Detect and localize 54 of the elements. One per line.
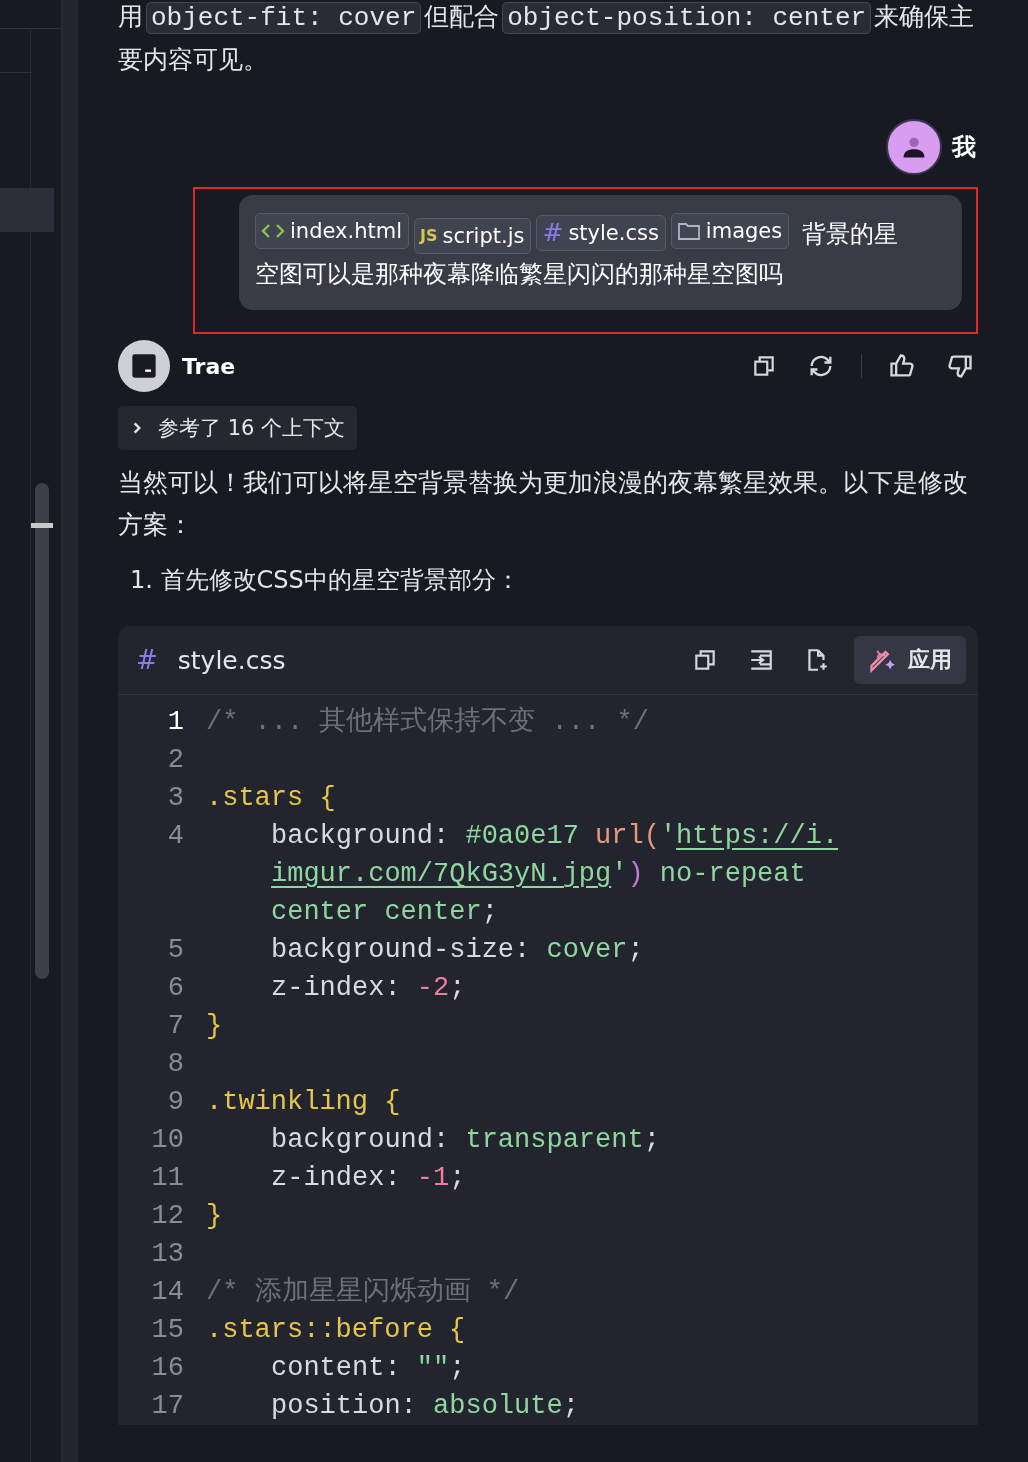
- list-item: 1. 首先修改CSS中的星空背景部分：: [130, 565, 521, 596]
- line-number: 3: [166, 782, 184, 815]
- apply-button[interactable]: 应用: [854, 636, 966, 684]
- context-toggle[interactable]: 参考了 16 个上下文: [118, 406, 358, 450]
- code-line: }: [205, 1010, 223, 1043]
- folder-icon: [676, 221, 701, 241]
- line-number: 6: [166, 972, 184, 1005]
- code-line: position: absolute;: [270, 1390, 579, 1423]
- line-number: 2: [166, 744, 184, 777]
- line-number: 7: [166, 1010, 184, 1043]
- code-line: .twinkling {: [205, 1086, 401, 1119]
- hash-icon: #: [136, 645, 158, 675]
- line-number: 14: [150, 1276, 184, 1309]
- code-line: /* 添加星星闪烁动画 */: [205, 1275, 520, 1309]
- line-number: 5: [166, 934, 184, 967]
- line-number: 1: [166, 706, 184, 739]
- scrollbar[interactable]: [31, 483, 53, 979]
- js-icon: JS: [419, 219, 438, 253]
- file-chip[interactable]: index.html: [255, 213, 409, 249]
- code-line: /* ... 其他样式保持不变 ... */: [205, 705, 649, 739]
- code-line: imgur.com/7QkG3yN.jpg') no-repeat: [270, 858, 806, 891]
- code-line: center center;: [270, 896, 498, 929]
- avatar-icon: [886, 119, 942, 175]
- line-number: 15: [150, 1314, 184, 1347]
- line-number: 9: [166, 1086, 184, 1119]
- code-line: background-size: cover;: [270, 934, 644, 967]
- hash-icon: #: [542, 216, 564, 250]
- paragraph: 用 object-fit: cover 但配合 object-position: center 来确保主要内容可见。: [118, 1, 976, 76]
- code-line: z-index: -1;: [270, 1162, 466, 1195]
- line-number: 13: [150, 1238, 184, 1271]
- message-text: 背景的星: [802, 220, 899, 248]
- code-line: content: "";: [270, 1352, 466, 1385]
- assistant-avatar: [118, 340, 170, 392]
- paragraph: 当然可以！我们可以将星空背景替换为更加浪漫的夜幕繁星效果。以下是修改方案：: [118, 467, 969, 541]
- line-number: 4: [166, 820, 184, 853]
- line-number: 11: [150, 1162, 184, 1195]
- message-text: 空图可以是那种夜幕降临繁星闪闪的那种星空图吗: [255, 259, 784, 290]
- assistant-name: Trae: [182, 353, 237, 379]
- line-number: 10: [150, 1124, 184, 1157]
- code-line: .stars::before {: [205, 1314, 466, 1347]
- code-line: }: [205, 1200, 223, 1233]
- line-number: 12: [150, 1200, 184, 1233]
- file-chip[interactable]: JS script.js: [413, 218, 532, 254]
- code-line: background: transparent;: [270, 1124, 660, 1157]
- code-line: .stars {: [205, 782, 336, 815]
- code-line: z-index: -2;: [270, 972, 466, 1005]
- file-name: style.css: [177, 645, 287, 675]
- line-number: 17: [150, 1390, 184, 1423]
- line-number: 8: [166, 1048, 184, 1081]
- code-line: background: #0a0e17 url('https://i.: [270, 820, 839, 853]
- file-chip[interactable]: images: [670, 213, 790, 249]
- line-number: 16: [150, 1352, 184, 1385]
- file-chip[interactable]: # style.css: [536, 215, 666, 251]
- user-name: 我: [952, 132, 976, 163]
